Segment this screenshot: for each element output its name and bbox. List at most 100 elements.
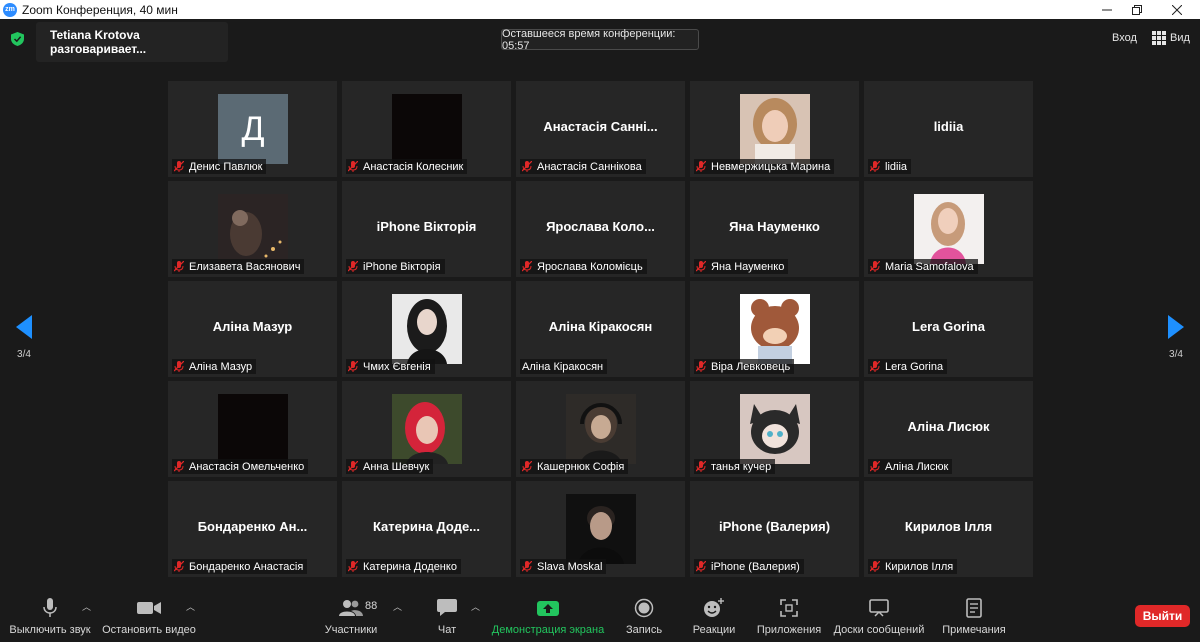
chat-options-caret-icon[interactable]: ︿ (471, 600, 480, 613)
chat-bubble-icon (437, 599, 457, 616)
microphone-muted-icon (870, 561, 880, 572)
video-camera-icon (137, 602, 161, 614)
microphone-muted-icon (870, 461, 880, 472)
apps-button[interactable]: Приложения (754, 583, 824, 642)
share-screen-button[interactable]: Демонстрация экрана (492, 583, 604, 642)
participant-name-label: Slava Moskal (520, 559, 607, 574)
microphone-muted-icon (696, 361, 706, 372)
participant-tile[interactable]: iPhone Вікторія iPhone Вікторія (342, 181, 511, 277)
restore-icon (1132, 4, 1142, 15)
microphone-muted-icon (174, 161, 184, 172)
participant-tile[interactable]: Яна Науменко Яна Науменко (690, 181, 859, 277)
microphone-muted-icon (522, 561, 532, 572)
whiteboards-button[interactable]: Доски сообщений (833, 583, 925, 642)
letter-avatar-text: Д (218, 94, 288, 164)
participant-name-label: lidiia (868, 159, 912, 174)
participant-name-label: Анастасія Саннікова (520, 159, 646, 174)
microphone-muted-icon (696, 261, 706, 272)
microphone-muted-icon (522, 161, 532, 172)
microphone-muted-icon (522, 461, 532, 472)
record-button[interactable]: Запись (624, 583, 664, 642)
mute-button[interactable]: Выключить звук (9, 583, 91, 642)
chat-button[interactable]: Чат (432, 583, 462, 642)
microphone-muted-icon (348, 461, 358, 472)
participant-name: lidiia (885, 160, 908, 173)
participant-name-label: Ярослава Коломієць (520, 259, 647, 274)
participant-name: Чмих Євгенія (363, 360, 431, 373)
participant-name-label: Елизавета Васянович (172, 259, 305, 274)
participant-name: Анастасія Омельченко (189, 460, 305, 473)
participant-tile[interactable]: Невмержицька Марина (690, 81, 859, 177)
participant-tile[interactable]: lidiia lidiia (864, 81, 1033, 177)
participant-tile[interactable]: Віра Левковець (690, 281, 859, 377)
participant-name: Аліна Кіракосян (522, 360, 604, 373)
participant-name: Анна Шевчук (363, 460, 430, 473)
next-page-button[interactable]: 3/4 (1156, 315, 1196, 365)
reactions-label: Реакции (692, 624, 736, 636)
active-speaker-banner: Tetiana Krotova разговаривает... (36, 22, 228, 62)
participant-tile[interactable]: Lera Gorina Lera Gorina (864, 281, 1033, 377)
participant-tile[interactable]: Анна Шевчук (342, 381, 511, 477)
participant-name-label: Чмих Євгенія (346, 359, 435, 374)
prev-page-button[interactable]: 3/4 (4, 315, 44, 365)
participant-display-name: Аліна Кіракосян (548, 319, 653, 334)
microphone-muted-icon (696, 461, 706, 472)
share-screen-label: Демонстрация экрана (491, 624, 605, 636)
meeting-timer: Оставшееся время конференции: 05:57 (501, 28, 699, 52)
stop-video-button[interactable]: Остановить видео (102, 583, 196, 642)
participants-label: Участники (324, 624, 378, 636)
leave-button[interactable]: Выйти (1135, 605, 1190, 627)
participant-tile[interactable]: Аліна Лисюк Аліна Лисюк (864, 381, 1033, 477)
microphone-muted-icon (348, 161, 358, 172)
participant-name-label: Кирилов Ілля (868, 559, 958, 574)
participant-name: Кирилов Ілля (885, 560, 954, 573)
microphone-muted-icon (870, 361, 880, 372)
participant-tile[interactable]: Анастасія Колесник (342, 81, 511, 177)
close-button[interactable] (1154, 0, 1200, 19)
participant-video (218, 194, 288, 264)
participant-video (392, 294, 462, 364)
participant-tile[interactable]: Maria Samofalova (864, 181, 1033, 277)
participant-name-label: Анастасія Омельченко (172, 459, 309, 474)
notes-button[interactable]: Примечания (940, 583, 1008, 642)
participant-tile[interactable]: Чмих Євгенія (342, 281, 511, 377)
record-icon (634, 598, 654, 618)
participants-options-caret-icon[interactable]: ︿ (393, 600, 402, 613)
video-options-caret-icon[interactable]: ︿ (186, 600, 195, 613)
microphone-muted-icon (696, 161, 706, 172)
participant-tile[interactable]: Ярослава Коло... Ярослава Коломієць (516, 181, 685, 277)
participant-video: Д (218, 94, 288, 164)
participant-tile[interactable]: Аліна Мазур Аліна Мазур (168, 281, 337, 377)
shield-icon[interactable] (11, 32, 24, 46)
record-label: Запись (625, 624, 663, 636)
share-screen-icon (537, 601, 559, 616)
participant-tile[interactable]: Slava Moskal (516, 481, 685, 577)
audio-options-caret-icon[interactable]: ︿ (82, 600, 91, 613)
meeting-toolbar: Выключить звук ︿ Остановить видео ︿ Учас… (0, 583, 1200, 642)
participant-tile[interactable]: Катерина Доде... Катерина Доденко (342, 481, 511, 577)
participant-video (218, 394, 288, 464)
view-button[interactable]: Вид (1152, 29, 1190, 47)
participant-name: танья кучер (711, 460, 772, 473)
microphone-muted-icon (348, 561, 358, 572)
participant-tile[interactable]: Анастасія Санні... Анастасія Саннікова (516, 81, 685, 177)
participant-video (392, 94, 462, 164)
participant-name-label: Яна Науменко (694, 259, 789, 274)
participant-tile[interactable]: танья кучер (690, 381, 859, 477)
participant-tile[interactable]: Кирилов Ілля Кирилов Ілля (864, 481, 1033, 577)
participant-tile[interactable]: Елизавета Васянович (168, 181, 337, 277)
login-link[interactable]: Вход (1112, 29, 1137, 47)
participant-name-label: Віра Левковець (694, 359, 795, 374)
participant-tile[interactable]: Бондаренко Ан... Бондаренко Анастасія (168, 481, 337, 577)
participants-button[interactable]: Участники (322, 583, 380, 642)
participant-tile[interactable]: Аліна Кіракосян Аліна Кіракосян (516, 281, 685, 377)
participant-name: Кашернюк Софія (537, 460, 625, 473)
close-icon (1172, 4, 1182, 15)
participant-tile[interactable]: iPhone (Валерия) iPhone (Валерия) (690, 481, 859, 577)
participant-tile[interactable]: Кашернюк Софія (516, 381, 685, 477)
participant-tile[interactable]: Анастасія Омельченко (168, 381, 337, 477)
participant-tile[interactable]: Д Денис Павлюк (168, 81, 337, 177)
participant-display-name: Аліна Мазур (212, 319, 293, 334)
reactions-button[interactable]: Реакции (690, 583, 738, 642)
participant-name: Елизавета Васянович (189, 260, 301, 273)
